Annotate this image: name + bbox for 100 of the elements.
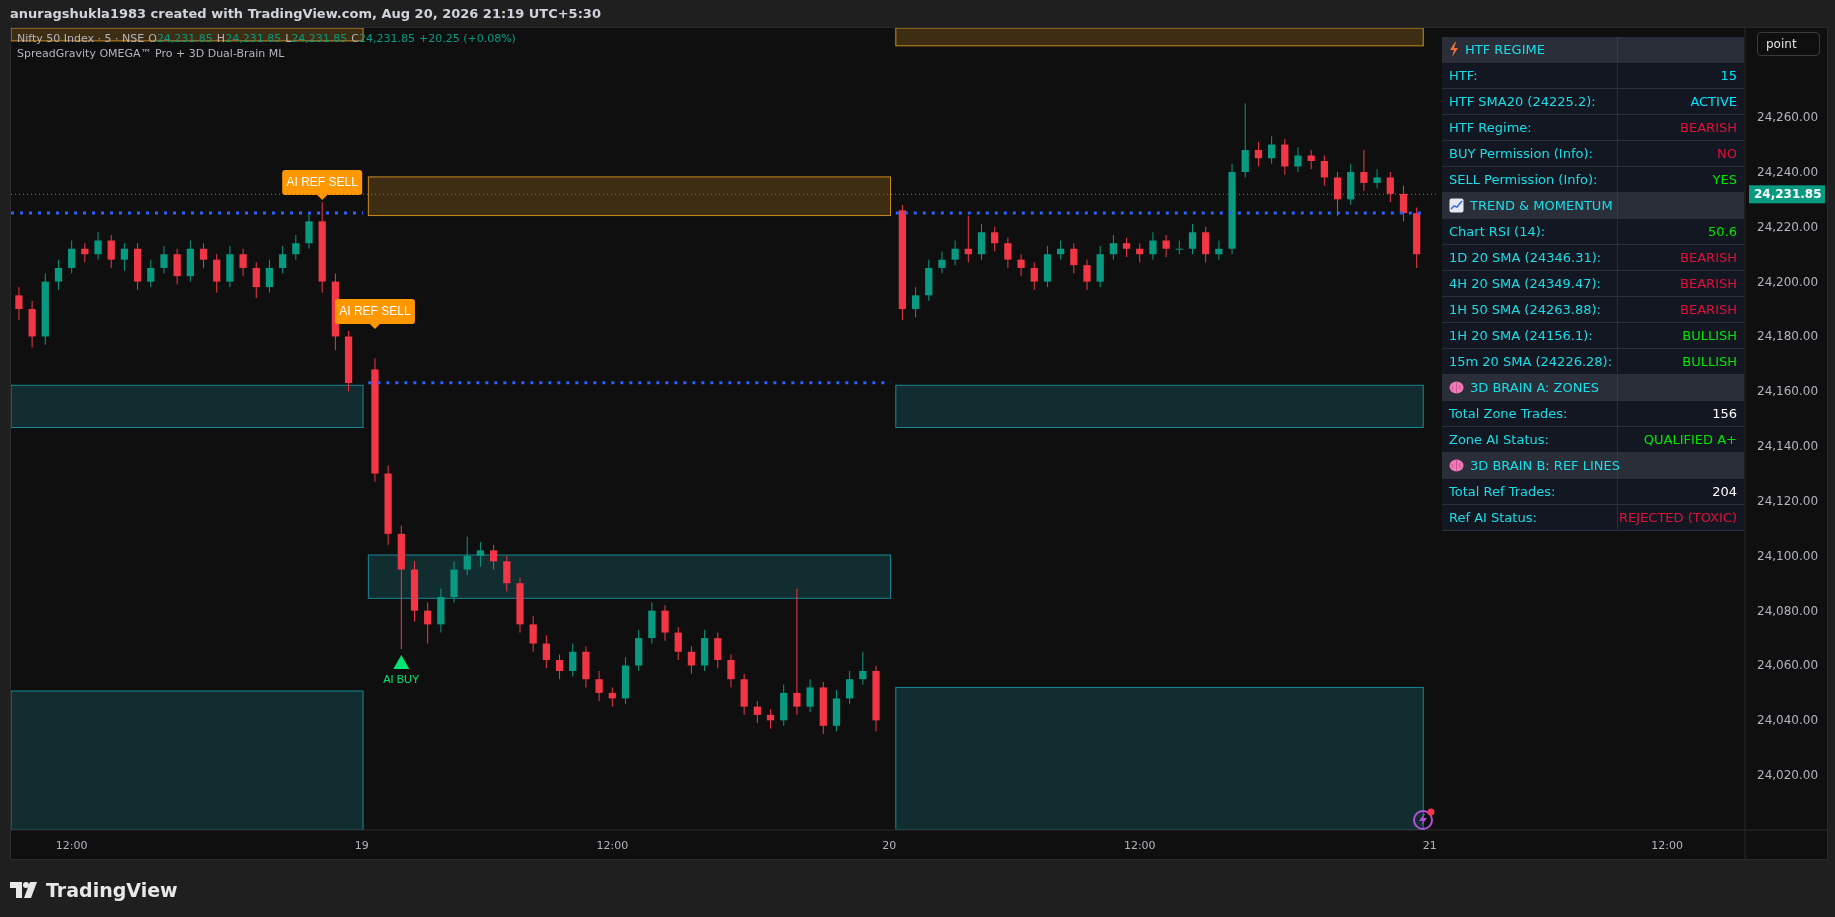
table-cell: BULLISH xyxy=(1617,349,1744,375)
price-axis-label: 24,140.00 xyxy=(1757,439,1819,454)
candle xyxy=(925,259,933,302)
candle xyxy=(951,240,959,266)
candle xyxy=(213,253,221,294)
candle xyxy=(81,242,89,263)
candle xyxy=(305,212,313,250)
table-cell: BUY Permission (Info): xyxy=(1442,141,1617,167)
candle xyxy=(1333,171,1342,217)
price-axis-label: 24,020.00 xyxy=(1757,768,1819,783)
candle xyxy=(147,259,155,288)
candle xyxy=(424,601,432,645)
candle xyxy=(1043,245,1052,288)
table-cell: YES xyxy=(1617,167,1744,193)
candle xyxy=(911,286,920,318)
price-axis-label: 24,060.00 xyxy=(1757,658,1819,673)
scale-mode-button[interactable]: point xyxy=(1757,32,1820,56)
candle xyxy=(1175,240,1183,255)
table-cell: 15m 20 SMA (24226.28): xyxy=(1442,349,1617,375)
candle xyxy=(700,629,709,672)
candle xyxy=(120,242,129,272)
candle xyxy=(292,234,300,261)
brain-icon xyxy=(1449,381,1464,394)
candle xyxy=(1268,135,1276,165)
brand-name[interactable]: TradingView xyxy=(46,878,178,901)
candle xyxy=(740,673,748,716)
table-cell: 50.6 xyxy=(1617,219,1744,245)
candle xyxy=(1017,253,1025,277)
candle xyxy=(555,654,564,680)
time-axis-label: 12:00 xyxy=(596,839,629,852)
candle xyxy=(753,700,761,724)
candle xyxy=(1294,146,1302,173)
annotation: AI REF SELL xyxy=(286,175,359,190)
candle xyxy=(252,261,260,299)
candle xyxy=(780,684,788,727)
candle xyxy=(1057,240,1065,261)
price-axis-label: 24,080.00 xyxy=(1757,603,1819,618)
annotation: AI REF SELL xyxy=(339,303,411,318)
candle xyxy=(410,560,419,623)
candle xyxy=(1360,149,1368,192)
candle xyxy=(832,689,841,732)
price-axis-label: 24,260.00 xyxy=(1757,110,1819,125)
table-cell: BEARISH xyxy=(1617,115,1744,141)
candle xyxy=(1202,226,1210,263)
candle xyxy=(107,234,115,269)
candle xyxy=(1122,237,1131,258)
candle xyxy=(766,708,775,730)
sell-signal-label: AI REF SELL xyxy=(334,299,415,329)
symbol-title[interactable]: Nifty 50 Index · 5 · NSE xyxy=(17,32,145,45)
table-cell: BEARISH xyxy=(1617,245,1744,271)
candle xyxy=(1083,259,1091,291)
candle xyxy=(635,629,643,672)
candle xyxy=(674,626,682,661)
candle xyxy=(1399,185,1408,222)
candle xyxy=(279,245,287,274)
time-axis-label: 12:00 xyxy=(1651,839,1684,852)
table-cell: HTF: xyxy=(1442,63,1617,89)
time-axis-label: 21 xyxy=(1422,839,1437,852)
candle xyxy=(687,645,696,675)
candle xyxy=(648,601,656,645)
candle xyxy=(608,686,616,708)
candle xyxy=(542,634,550,669)
candle xyxy=(1109,234,1117,261)
candle xyxy=(1373,168,1381,189)
table-cell: Chart RSI (14): xyxy=(1442,219,1617,245)
candle xyxy=(1254,141,1263,167)
candle xyxy=(661,604,669,642)
candle xyxy=(15,286,23,321)
candle xyxy=(1162,234,1170,258)
candle xyxy=(265,259,274,294)
table-cell: QUALIFIED A+ xyxy=(1617,427,1744,453)
price-axis-label: 24,220.00 xyxy=(1757,219,1819,234)
candle xyxy=(1136,242,1144,263)
table-cell: BULLISH xyxy=(1617,323,1744,349)
table-cell: 1H 20 SMA (24156.1): xyxy=(1442,323,1617,349)
candle xyxy=(529,615,537,653)
table-cell: HTF SMA20 (24225.2): xyxy=(1442,89,1617,115)
price-axis-label: 24,240.00 xyxy=(1757,164,1819,179)
section-title: 3D BRAIN B: REF LINES xyxy=(1470,458,1620,473)
candle xyxy=(503,555,511,592)
candle xyxy=(1096,245,1104,288)
candle xyxy=(991,226,999,252)
candle xyxy=(516,577,524,634)
candle xyxy=(727,654,735,688)
section-title: TREND & MOMENTUM xyxy=(1470,198,1613,213)
candle xyxy=(476,541,485,568)
lightning-alert-icon[interactable] xyxy=(1412,807,1436,831)
candle xyxy=(714,632,722,669)
price-axis-label: 24,120.00 xyxy=(1757,493,1819,508)
candle xyxy=(199,242,208,269)
candle xyxy=(621,656,630,705)
candle xyxy=(490,544,498,570)
ohlc-value: C24,231.85 xyxy=(351,32,415,45)
candle xyxy=(1413,207,1421,269)
candle xyxy=(54,259,63,291)
indicator-title[interactable]: SpreadGravity OMEGA™ Pro + 3D Dual-Brain ML xyxy=(17,47,285,60)
tradingview-logo-icon xyxy=(10,881,40,898)
candle xyxy=(569,643,577,677)
candle xyxy=(1030,261,1038,291)
candle xyxy=(1070,242,1078,274)
